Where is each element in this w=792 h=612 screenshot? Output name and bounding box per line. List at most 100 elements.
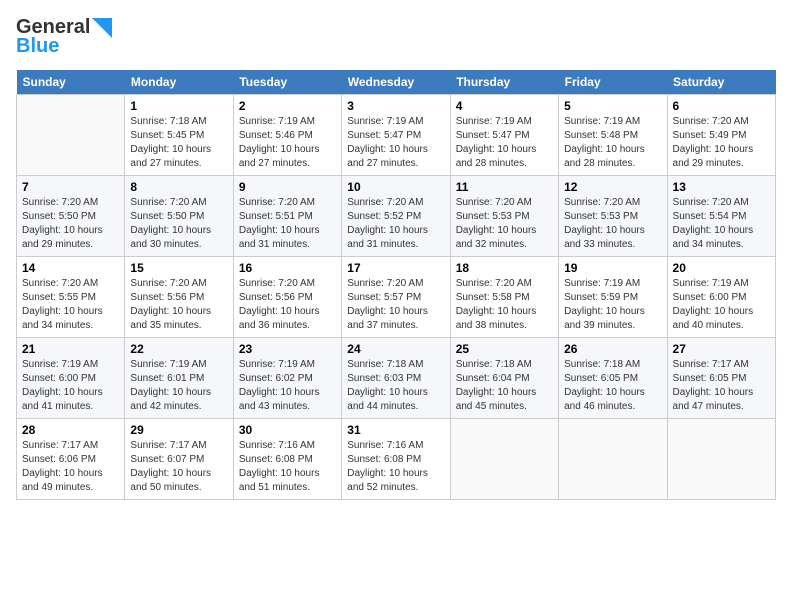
day-detail: Sunrise: 7:19 AM Sunset: 6:00 PM Dayligh… [673, 277, 770, 333]
calendar-cell: 14Sunrise: 7:20 AM Sunset: 5:55 PM Dayli… [17, 257, 125, 338]
day-number: 23 [239, 342, 336, 356]
calendar-cell: 15 Sunrise: 7:20 AM Sunset: 5:56 PM Dayli… [125, 257, 233, 338]
day-detail: Sunrise: 7:17 AM Sunset: 6:05 PM Dayligh… [673, 358, 770, 414]
calendar-cell: 1 Sunrise: 7:18 AM Sunset: 5:45 PM Daylig… [125, 95, 233, 176]
calendar-cell: 9 Sunrise: 7:20 AM Sunset: 5:51 PM Daylig… [233, 176, 341, 257]
day-detail: Sunrise: 7:16 AM Sunset: 6:08 PM Dayligh… [239, 439, 336, 495]
calendar-cell: 11 Sunrise: 7:20 AM Sunset: 5:53 PM Dayli… [450, 176, 558, 257]
day-number: 20 [673, 261, 770, 275]
weekday-header-tuesday: Tuesday [233, 70, 341, 95]
day-number: 24 [347, 342, 444, 356]
day-detail: Sunrise: 7:19 AM Sunset: 5:48 PM Dayligh… [564, 115, 661, 171]
day-detail: Sunrise: 7:20 AM Sunset: 5:51 PM Dayligh… [239, 196, 336, 252]
day-number: 18 [456, 261, 553, 275]
day-number: 1 [130, 99, 227, 113]
day-number: 14 [22, 261, 119, 275]
day-number: 15 [130, 261, 227, 275]
day-number: 4 [456, 99, 553, 113]
calendar-cell [450, 419, 558, 500]
calendar-cell: 31 Sunrise: 7:16 AM Sunset: 6:08 PM Dayli… [342, 419, 450, 500]
weekday-header-saturday: Saturday [667, 70, 775, 95]
day-detail: Sunrise: 7:20 AM Sunset: 5:57 PM Dayligh… [347, 277, 444, 333]
calendar-cell: 30 Sunrise: 7:16 AM Sunset: 6:08 PM Dayli… [233, 419, 341, 500]
calendar-cell: 8 Sunrise: 7:20 AM Sunset: 5:50 PM Daylig… [125, 176, 233, 257]
day-detail: Sunrise: 7:20 AM Sunset: 5:56 PM Dayligh… [239, 277, 336, 333]
calendar-cell: 6 Sunrise: 7:20 AM Sunset: 5:49 PM Daylig… [667, 95, 775, 176]
page-header: General Blue [16, 16, 776, 58]
day-number: 2 [239, 99, 336, 113]
day-number: 8 [130, 180, 227, 194]
calendar-cell: 28 Sunrise: 7:17 AM Sunset: 6:06 PM Dayli… [17, 419, 125, 500]
day-number: 22 [130, 342, 227, 356]
calendar-cell: 22 Sunrise: 7:19 AM Sunset: 6:01 PM Dayli… [125, 338, 233, 419]
calendar-cell: 26Sunrise: 7:18 AM Sunset: 6:05 PM Dayli… [559, 338, 667, 419]
calendar-week-2: 7 Sunrise: 7:20 AM Sunset: 5:50 PM Daylig… [17, 176, 776, 257]
calendar-cell: 19 Sunrise: 7:19 AM Sunset: 5:59 PM Dayli… [559, 257, 667, 338]
day-detail: Sunrise: 7:18 AM Sunset: 6:05 PM Dayligh… [564, 358, 661, 414]
day-number: 27 [673, 342, 770, 356]
day-number: 21 [22, 342, 119, 356]
day-number: 9 [239, 180, 336, 194]
calendar-table: SundayMondayTuesdayWednesdayThursdayFrid… [16, 70, 776, 500]
calendar-cell: 16 Sunrise: 7:20 AM Sunset: 5:56 PM Dayli… [233, 257, 341, 338]
calendar-week-5: 28 Sunrise: 7:17 AM Sunset: 6:06 PM Dayli… [17, 419, 776, 500]
calendar-cell [667, 419, 775, 500]
day-detail: Sunrise: 7:20 AM Sunset: 5:49 PM Dayligh… [673, 115, 770, 171]
calendar-cell [559, 419, 667, 500]
day-detail: Sunrise: 7:19 AM Sunset: 5:47 PM Dayligh… [347, 115, 444, 171]
day-number: 12 [564, 180, 661, 194]
day-detail: Sunrise: 7:20 AM Sunset: 5:50 PM Dayligh… [22, 196, 119, 252]
day-detail: Sunrise: 7:19 AM Sunset: 5:59 PM Dayligh… [564, 277, 661, 333]
calendar-cell: 5 Sunrise: 7:19 AM Sunset: 5:48 PM Daylig… [559, 95, 667, 176]
day-number: 3 [347, 99, 444, 113]
day-number: 16 [239, 261, 336, 275]
calendar-cell: 3 Sunrise: 7:19 AM Sunset: 5:47 PM Daylig… [342, 95, 450, 176]
day-detail: Sunrise: 7:19 AM Sunset: 5:46 PM Dayligh… [239, 115, 336, 171]
calendar-cell: 25 Sunrise: 7:18 AM Sunset: 6:04 PM Dayli… [450, 338, 558, 419]
day-detail: Sunrise: 7:20 AM Sunset: 5:53 PM Dayligh… [456, 196, 553, 252]
day-detail: Sunrise: 7:20 AM Sunset: 5:54 PM Dayligh… [673, 196, 770, 252]
calendar-header: SundayMondayTuesdayWednesdayThursdayFrid… [17, 70, 776, 95]
logo-text-blue: Blue [16, 35, 59, 58]
day-detail: Sunrise: 7:17 AM Sunset: 6:07 PM Dayligh… [130, 439, 227, 495]
calendar-cell: 17 Sunrise: 7:20 AM Sunset: 5:57 PM Dayli… [342, 257, 450, 338]
day-detail: Sunrise: 7:16 AM Sunset: 6:08 PM Dayligh… [347, 439, 444, 495]
day-detail: Sunrise: 7:20 AM Sunset: 5:50 PM Dayligh… [130, 196, 227, 252]
day-number: 5 [564, 99, 661, 113]
day-detail: Sunrise: 7:19 AM Sunset: 6:02 PM Dayligh… [239, 358, 336, 414]
weekday-header-row: SundayMondayTuesdayWednesdayThursdayFrid… [17, 70, 776, 95]
day-number: 6 [673, 99, 770, 113]
day-number: 25 [456, 342, 553, 356]
calendar-cell: 10Sunrise: 7:20 AM Sunset: 5:52 PM Dayli… [342, 176, 450, 257]
calendar-cell: 12 Sunrise: 7:20 AM Sunset: 5:53 PM Dayli… [559, 176, 667, 257]
day-number: 11 [456, 180, 553, 194]
day-number: 17 [347, 261, 444, 275]
day-number: 7 [22, 180, 119, 194]
calendar-week-1: 1 Sunrise: 7:18 AM Sunset: 5:45 PM Daylig… [17, 95, 776, 176]
day-detail: Sunrise: 7:17 AM Sunset: 6:06 PM Dayligh… [22, 439, 119, 495]
day-number: 28 [22, 423, 119, 437]
day-number: 13 [673, 180, 770, 194]
day-detail: Sunrise: 7:19 AM Sunset: 5:47 PM Dayligh… [456, 115, 553, 171]
calendar-week-3: 14Sunrise: 7:20 AM Sunset: 5:55 PM Dayli… [17, 257, 776, 338]
day-detail: Sunrise: 7:18 AM Sunset: 6:03 PM Dayligh… [347, 358, 444, 414]
day-number: 29 [130, 423, 227, 437]
day-number: 19 [564, 261, 661, 275]
calendar-cell: 7 Sunrise: 7:20 AM Sunset: 5:50 PM Daylig… [17, 176, 125, 257]
calendar-cell: 13 Sunrise: 7:20 AM Sunset: 5:54 PM Dayli… [667, 176, 775, 257]
logo: General Blue [16, 16, 112, 58]
weekday-header-friday: Friday [559, 70, 667, 95]
day-detail: Sunrise: 7:19 AM Sunset: 6:01 PM Dayligh… [130, 358, 227, 414]
day-detail: Sunrise: 7:18 AM Sunset: 5:45 PM Dayligh… [130, 115, 227, 171]
calendar-cell: 21Sunrise: 7:19 AM Sunset: 6:00 PM Dayli… [17, 338, 125, 419]
weekday-header-sunday: Sunday [17, 70, 125, 95]
day-number: 10 [347, 180, 444, 194]
day-number: 31 [347, 423, 444, 437]
calendar-cell: 18Sunrise: 7:20 AM Sunset: 5:58 PM Dayli… [450, 257, 558, 338]
day-detail: Sunrise: 7:20 AM Sunset: 5:56 PM Dayligh… [130, 277, 227, 333]
weekday-header-thursday: Thursday [450, 70, 558, 95]
day-number: 30 [239, 423, 336, 437]
day-detail: Sunrise: 7:20 AM Sunset: 5:53 PM Dayligh… [564, 196, 661, 252]
day-detail: Sunrise: 7:18 AM Sunset: 6:04 PM Dayligh… [456, 358, 553, 414]
calendar-body: 1 Sunrise: 7:18 AM Sunset: 5:45 PM Daylig… [17, 95, 776, 500]
